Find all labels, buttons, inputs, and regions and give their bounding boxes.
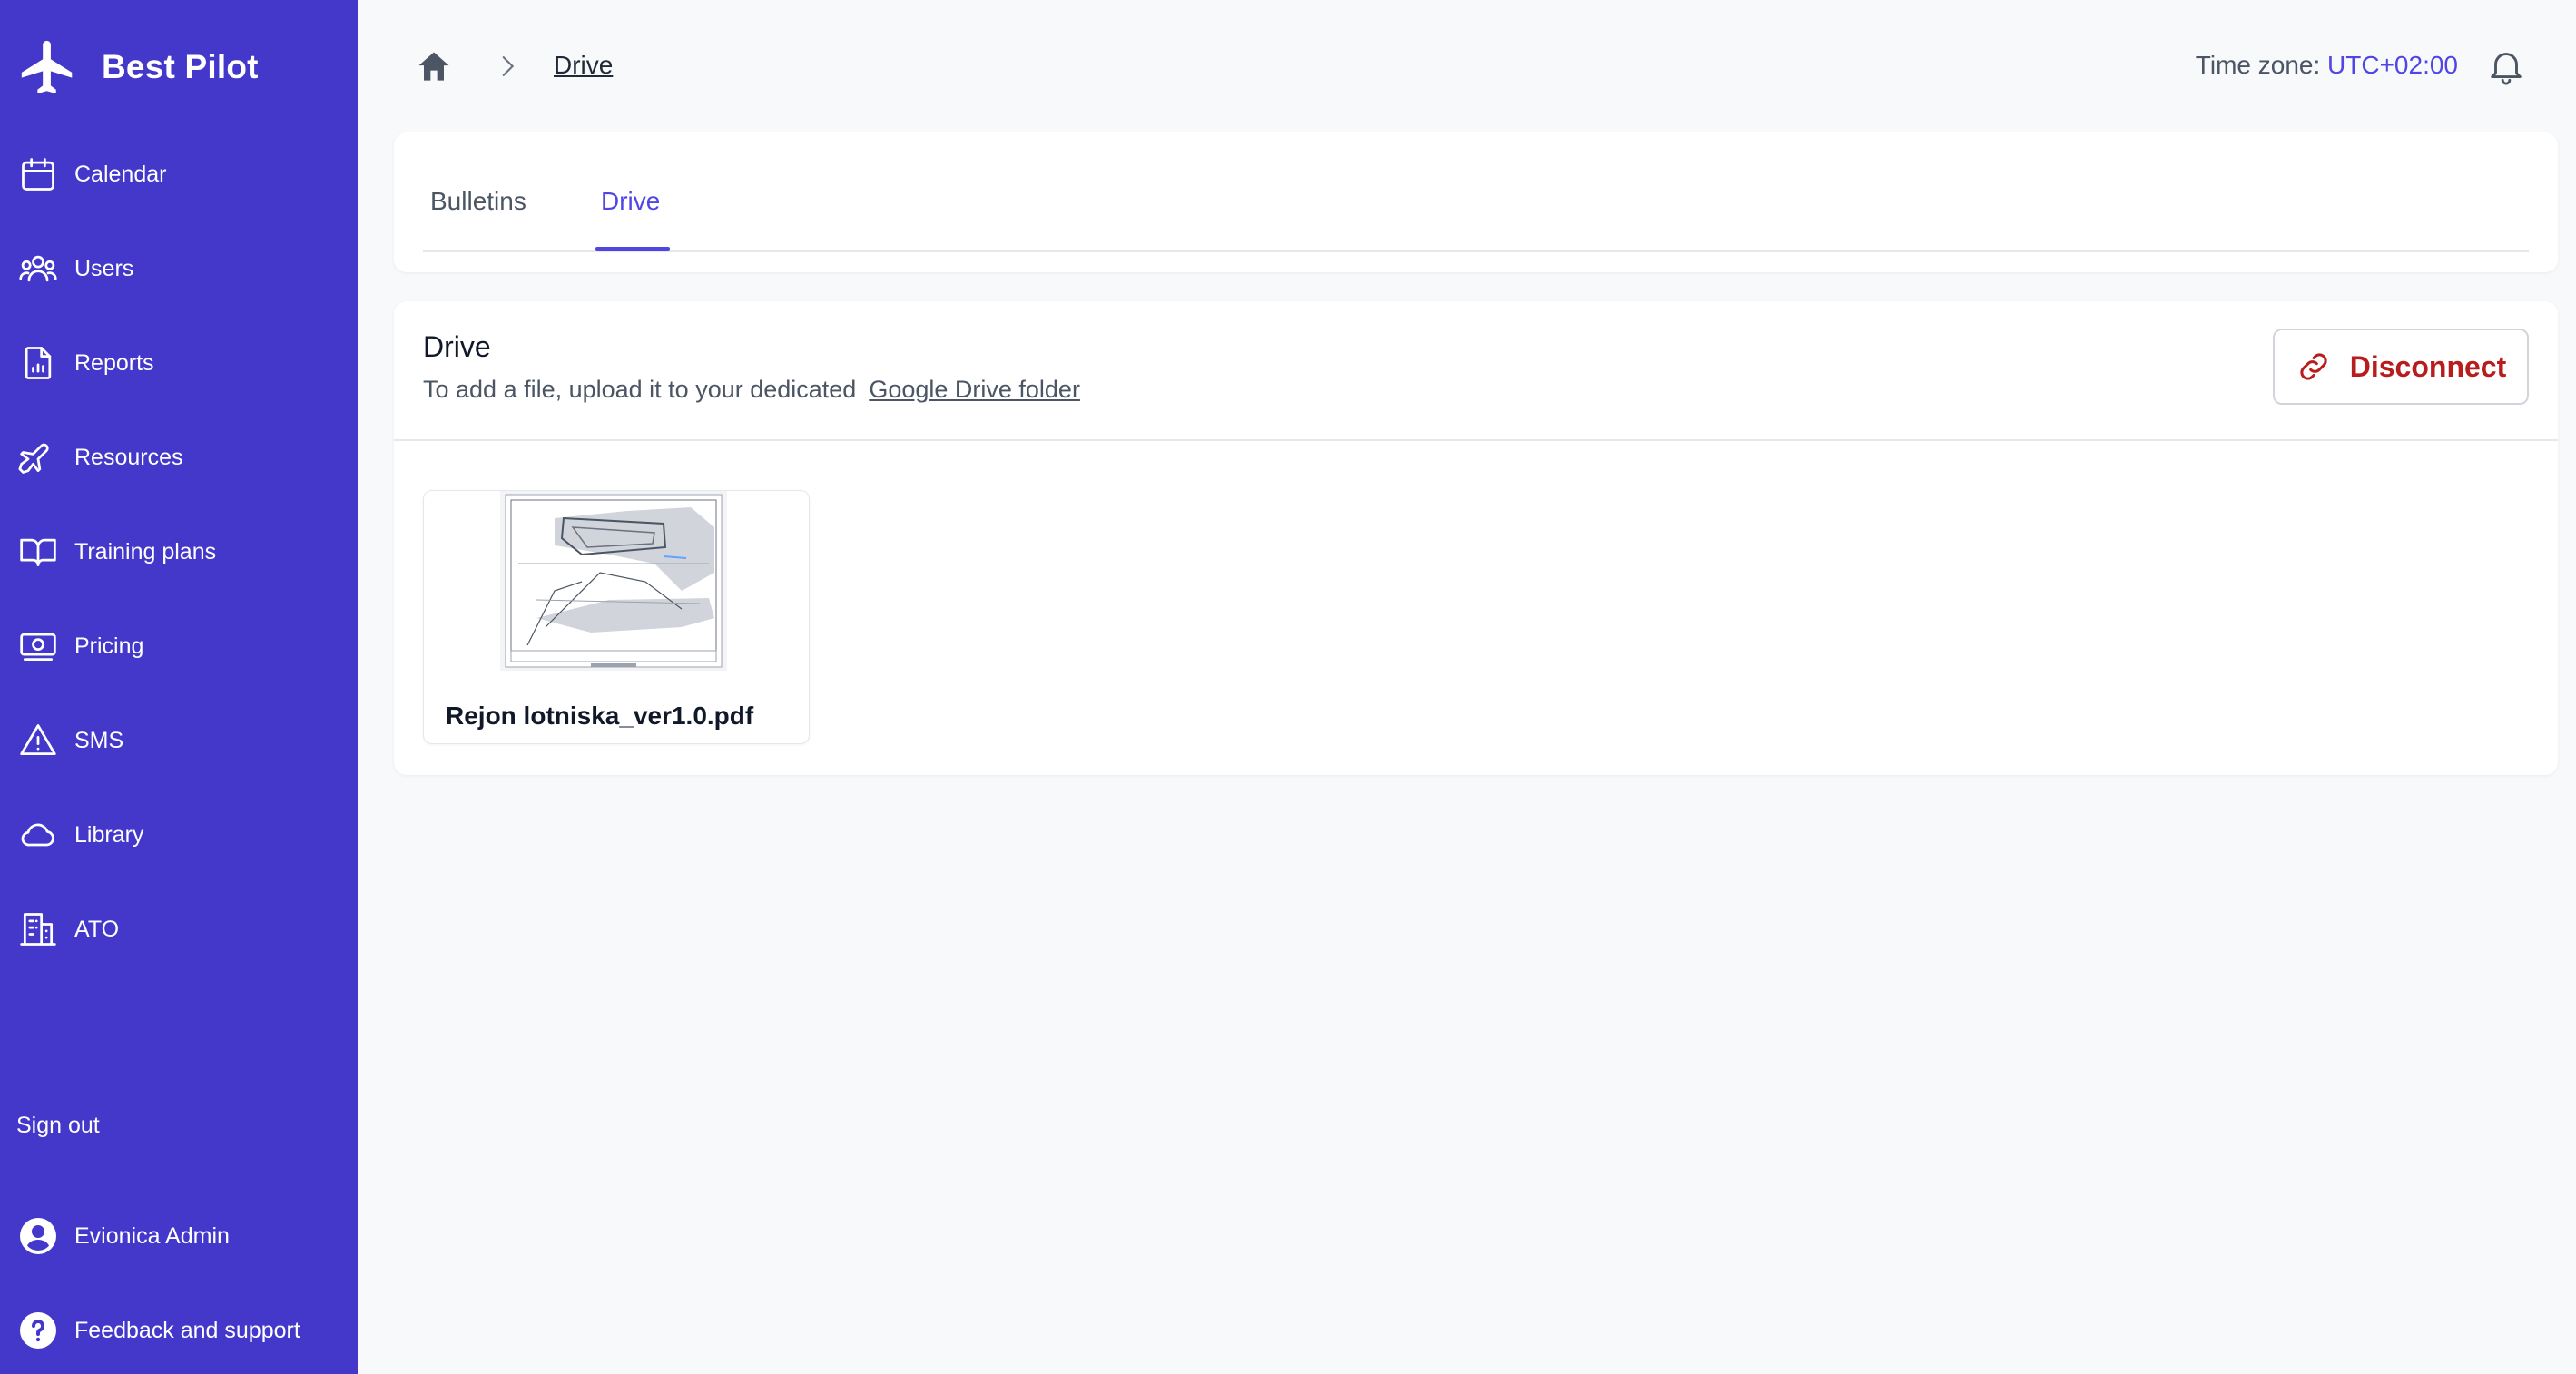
user-profile[interactable]: Evionica Admin bbox=[0, 1200, 358, 1272]
airplane-icon bbox=[18, 443, 49, 474]
cloud-icon bbox=[21, 823, 54, 847]
sidebar-item-label: Reports bbox=[74, 349, 154, 376]
active-tab-indicator bbox=[595, 247, 670, 251]
sidebar-item-label: Calendar bbox=[74, 161, 167, 187]
sidebar-item-label: Training plans bbox=[74, 538, 217, 564]
sidebar-item-label: SMS bbox=[74, 727, 124, 753]
sidebar-item-label: Resources bbox=[74, 444, 183, 470]
report-icon bbox=[25, 347, 52, 379]
chevron-right-icon bbox=[502, 56, 515, 76]
money-icon bbox=[20, 633, 56, 662]
sidebar-item-resources[interactable]: Resources bbox=[0, 421, 358, 494]
user-avatar-icon bbox=[20, 1218, 56, 1254]
top-bar: Drive Time zone: UTC+02:00 bbox=[358, 0, 2576, 132]
drive-subtitle: To add a file, upload it to your dedicat… bbox=[423, 376, 1080, 404]
sidebar-item-label: Users bbox=[74, 255, 134, 281]
file-card[interactable]: Rejon lotniska_ver1.0.pdf bbox=[423, 490, 810, 744]
brand-name: Best Pilot bbox=[102, 48, 259, 85]
sidebar-item-users[interactable]: Users bbox=[0, 232, 358, 305]
sidebar-item-reports[interactable]: Reports bbox=[0, 327, 358, 399]
sidebar-item-label: Pricing bbox=[74, 633, 144, 659]
feedback-support-link[interactable]: Feedback and support bbox=[0, 1294, 358, 1367]
timezone-value[interactable]: UTC+02:00 bbox=[2327, 51, 2458, 79]
tabs-card: Bulletins Drive bbox=[394, 132, 2558, 272]
disconnect-button[interactable]: Disconnect bbox=[2273, 329, 2529, 405]
sidebar-item-sms[interactable]: SMS bbox=[0, 704, 358, 777]
breadcrumb-current[interactable]: Drive bbox=[554, 51, 613, 80]
timezone-label: Time zone: bbox=[2195, 51, 2321, 79]
user-name: Evionica Admin bbox=[74, 1222, 230, 1249]
sidebar: Best Pilot Calendar Users Reports Resour… bbox=[0, 0, 358, 1374]
link-icon bbox=[2300, 353, 2327, 380]
sidebar-item-calendar[interactable]: Calendar bbox=[0, 138, 358, 211]
sidebar-item-ato[interactable]: ATO bbox=[0, 893, 358, 966]
brand[interactable]: Best Pilot bbox=[16, 34, 259, 100]
book-icon bbox=[20, 538, 56, 567]
sidebar-item-training-plans[interactable]: Training plans bbox=[0, 515, 358, 588]
timezone-display: Time zone: UTC+02:00 bbox=[2196, 51, 2458, 80]
warning-icon bbox=[20, 724, 56, 756]
bell-icon[interactable] bbox=[2485, 45, 2527, 87]
help-icon bbox=[20, 1312, 56, 1349]
sign-out-link[interactable]: Sign out bbox=[16, 1113, 100, 1139]
drive-title: Drive bbox=[423, 330, 491, 363]
sidebar-item-label: ATO bbox=[74, 916, 120, 942]
tabs-divider bbox=[423, 250, 2529, 252]
building-icon bbox=[20, 913, 56, 946]
calendar-icon bbox=[22, 158, 54, 191]
pdf-thumbnail bbox=[500, 491, 727, 671]
airplane-logo-icon bbox=[21, 40, 73, 94]
drive-subtitle-text: To add a file, upload it to your dedicat… bbox=[423, 376, 857, 403]
sidebar-item-pricing[interactable]: Pricing bbox=[0, 610, 358, 682]
tab-bulletins[interactable]: Bulletins bbox=[430, 187, 526, 216]
support-label: Feedback and support bbox=[74, 1317, 300, 1343]
google-drive-folder-link[interactable]: Google Drive folder bbox=[869, 376, 1080, 403]
home-icon[interactable] bbox=[414, 47, 454, 87]
drive-card: Drive To add a file, upload it to your d… bbox=[394, 301, 2558, 775]
disconnect-label: Disconnect bbox=[2349, 349, 2507, 383]
tab-drive[interactable]: Drive bbox=[601, 187, 660, 216]
users-icon bbox=[19, 255, 57, 282]
drive-divider bbox=[394, 439, 2558, 441]
file-name: Rejon lotniska_ver1.0.pdf bbox=[446, 702, 754, 730]
sidebar-item-library[interactable]: Library bbox=[0, 799, 358, 871]
sidebar-item-label: Library bbox=[74, 821, 144, 848]
